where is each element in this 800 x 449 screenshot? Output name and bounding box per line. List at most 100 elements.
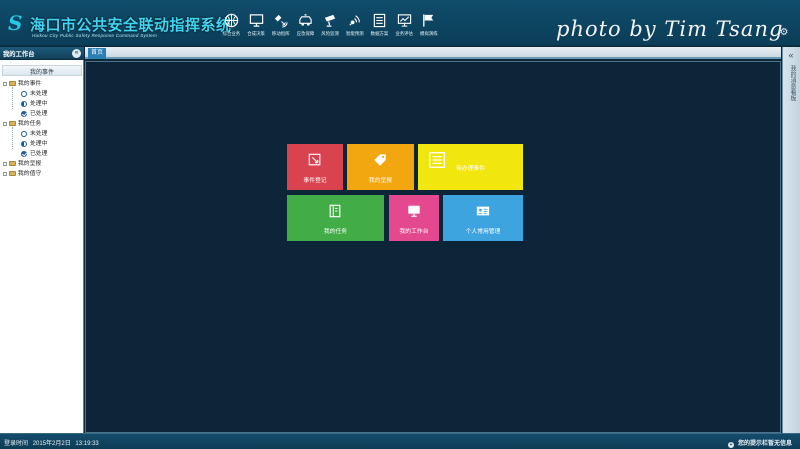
tile-personal-settings[interactable]: 个人常用管理 (443, 195, 523, 241)
nav-item-comprehensive[interactable]: 综合业务 (219, 13, 244, 43)
tree-folder-my-reports[interactable]: 我的呈报 (0, 159, 84, 169)
login-time: 13:19:33 (75, 441, 99, 447)
tile-label: 我的呈报 (368, 178, 393, 184)
id-card-icon (476, 206, 490, 216)
settings-gear-icon[interactable]: ⚙ (779, 28, 789, 38)
tile-label: 个人常用管理 (465, 229, 501, 235)
nav-item-mobile-command[interactable]: 移动指挥 (268, 13, 293, 43)
sidebar-panel-header[interactable]: 我的事件 (2, 65, 82, 76)
status-done-icon (21, 151, 27, 157)
monitor-icon (408, 205, 420, 217)
nav-item-evaluation[interactable]: 业务评估 (392, 13, 417, 43)
basketball-icon (224, 13, 239, 28)
tile-label: 我的工作台 (399, 229, 429, 235)
expand-toggle-icon[interactable] (3, 122, 7, 126)
login-label: 登录时间 (4, 441, 29, 447)
expand-left-icon[interactable]: « (786, 50, 796, 60)
tag-icon (374, 154, 386, 166)
tile-event-register[interactable]: 事件登记 (287, 144, 343, 190)
nav-item-emergency[interactable]: 应急保障 (293, 13, 318, 43)
main-panel: 事件登记 我的呈报 待办理事件 我的任务 我的工作台 个人常用管理 (85, 61, 781, 433)
login-info: 登录时间 2015年2月2日 13:19:33 (4, 438, 102, 447)
expand-toggle-icon[interactable] (3, 82, 7, 86)
info-icon: + (727, 442, 734, 448)
monitor-icon (249, 14, 263, 27)
nav-label: 数据方案 (370, 31, 389, 36)
nav-label: 合成决策 (247, 31, 265, 36)
logo-mark-icon: S (8, 11, 23, 35)
nav-item-decision[interactable]: 合成决策 (244, 13, 269, 43)
camera-icon (324, 14, 335, 27)
broadcast-icon (349, 15, 361, 26)
tab-bar: 首页 (85, 47, 781, 59)
tree-item-processed[interactable]: 已处理 (0, 109, 84, 119)
tree-item-unprocessed[interactable]: 未处理 (0, 129, 84, 139)
top-nav: 综合业务 合成决策 移动指挥 应急保障 风险监测 智能预测 数据方案 业务评估 (219, 13, 441, 43)
status-empty-icon (21, 131, 27, 137)
tree-label: 我的任务 (18, 121, 42, 127)
app-header: S 海口市公共安全联动指挥系统 Haikou City Public Safet… (0, 0, 800, 46)
nav-label: 应急保障 (296, 31, 315, 36)
system-title: 海口市公共安全联动指挥系统 (30, 17, 232, 34)
satellite-icon (275, 14, 288, 28)
message-board-label: 我的消息看板 (789, 65, 795, 101)
tab-home[interactable]: 首页 (88, 48, 106, 59)
status-half-icon (21, 101, 27, 107)
chart-icon (397, 14, 411, 27)
system-logo[interactable]: S 海口市公共安全联动指挥系统 Haikou City Public Safet… (8, 11, 231, 42)
notice-area[interactable]: + 您的提示栏暂无信息 (727, 438, 792, 448)
expand-toggle-icon[interactable] (3, 172, 7, 176)
tile-label: 我的任务 (323, 229, 348, 235)
tree-item-processing[interactable]: 处理中 (0, 99, 84, 109)
status-bar: 登录时间 2015年2月2日 13:19:33 + 您的提示栏暂无信息 (0, 433, 800, 449)
folder-icon (9, 121, 16, 126)
nav-label: 移动指挥 (271, 31, 290, 36)
tree-item-processed[interactable]: 已处理 (0, 149, 84, 159)
tile-my-workbench[interactable]: 我的工作台 (389, 195, 439, 241)
expand-toggle-icon[interactable] (3, 162, 7, 166)
tile-my-reports[interactable]: 我的呈报 (347, 144, 414, 190)
status-empty-icon (21, 91, 27, 97)
tree-label: 未处理 (30, 91, 48, 97)
nav-label: 模拟演练 (420, 31, 438, 36)
sidebar-collapse-icon[interactable]: « (72, 49, 81, 58)
tree-label: 已处理 (30, 151, 48, 157)
system-subtitle: Haikou City Public Safety Response Comma… (32, 33, 157, 38)
nav-label: 业务评估 (395, 31, 413, 36)
nav-item-drill[interactable]: 模拟演练 (417, 13, 442, 43)
nav-item-data-plan[interactable]: 数据方案 (367, 13, 392, 43)
message-board-panel[interactable]: « 我的消息看板 (782, 47, 800, 433)
nav-label: 风险监测 (321, 31, 339, 36)
folder-icon (9, 171, 16, 176)
folder-icon (9, 81, 16, 86)
folder-icon (9, 161, 16, 166)
nav-label: 智能预测 (345, 31, 364, 36)
tile-my-tasks[interactable]: 我的任务 (287, 195, 384, 241)
tree-label: 处理中 (30, 101, 48, 107)
tree-folder-my-duty[interactable]: 我的值守 (0, 169, 84, 179)
tree-label: 我的呈报 (18, 161, 42, 167)
edit-icon (308, 153, 321, 166)
login-date: 2015年2月2日 (32, 441, 71, 447)
tile-pending-events[interactable]: 待办理事件 (418, 144, 523, 190)
nav-item-risk[interactable]: 风险监测 (318, 13, 343, 43)
sidebar-header: 我的工作台 « (0, 47, 84, 60)
tree-label: 我的值守 (18, 171, 42, 177)
nav-label: 综合业务 (222, 31, 241, 36)
tile-label: 事件登记 (303, 178, 327, 184)
tree-label: 未处理 (30, 131, 48, 137)
sidebar-title: 我的工作台 (3, 51, 35, 58)
tree-folder-my-events[interactable]: 我的事件 (0, 79, 84, 89)
vehicle-icon (299, 14, 312, 26)
tree-item-unprocessed[interactable]: 未处理 (0, 89, 84, 99)
tree-label: 已处理 (30, 111, 48, 117)
photo-watermark: photo by Tim Tsang (556, 17, 784, 41)
tree-label: 我的事件 (18, 81, 42, 87)
tile-label: 待办理事件 (456, 166, 485, 172)
tree-item-processing[interactable]: 处理中 (0, 139, 84, 149)
sidebar-panel-label: 我的事件 (29, 70, 54, 76)
nav-item-prediction[interactable]: 智能预测 (342, 13, 367, 43)
status-half-icon (21, 141, 27, 147)
tree-folder-my-tasks[interactable]: 我的任务 (0, 119, 84, 129)
tree-label: 处理中 (30, 141, 48, 147)
